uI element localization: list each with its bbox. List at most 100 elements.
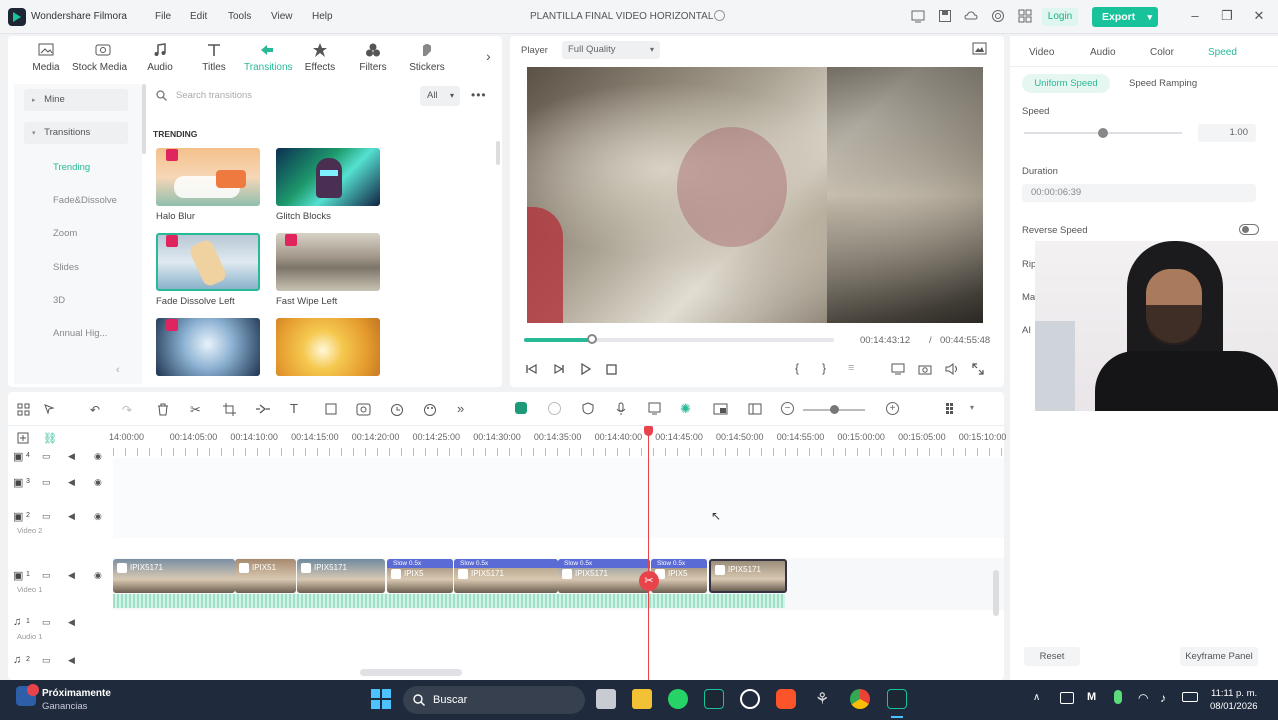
- zoom-in-icon[interactable]: +: [886, 402, 899, 415]
- timeline-v-scrollbar[interactable]: [993, 570, 999, 616]
- green-screen-icon[interactable]: [356, 403, 371, 416]
- crop-icon[interactable]: [223, 403, 236, 416]
- volume-icon[interactable]: ◀: [68, 655, 75, 666]
- sidebar-item-3d[interactable]: 3D: [53, 295, 65, 306]
- sidebar-scrollbar[interactable]: [142, 84, 146, 154]
- eye-icon[interactable]: ◉: [94, 511, 102, 522]
- tab-stock-media[interactable]: Stock Media: [72, 42, 127, 82]
- storyboard-icon[interactable]: [748, 403, 762, 415]
- tray-app-icon[interactable]: [1060, 692, 1074, 704]
- grid-icon[interactable]: [1018, 9, 1032, 23]
- voiceover-icon[interactable]: [648, 402, 661, 415]
- speed-icon[interactable]: [255, 403, 271, 416]
- duration-input[interactable]: 00:00:06:39: [1022, 184, 1256, 202]
- volume-icon[interactable]: ◀: [68, 570, 75, 581]
- display-icon[interactable]: [891, 363, 905, 375]
- timeline-clip[interactable]: Slow 0.5x IPIX5171: [558, 559, 650, 593]
- eye-icon[interactable]: ◉: [94, 570, 102, 581]
- text-tool-icon[interactable]: T: [290, 401, 298, 416]
- keyframe-panel-button[interactable]: Keyframe Panel: [1180, 647, 1258, 666]
- pip-icon[interactable]: [713, 403, 728, 415]
- eye-icon[interactable]: ◉: [94, 477, 102, 488]
- volume-icon[interactable]: ◀: [68, 451, 75, 462]
- tray-mic-icon[interactable]: [1114, 690, 1122, 704]
- folder-icon[interactable]: ▭: [42, 511, 51, 522]
- zoom-clip-icon[interactable]: [390, 403, 404, 417]
- wifi-icon[interactable]: ◠: [1138, 691, 1148, 705]
- zoom-slider-handle[interactable]: [830, 405, 839, 414]
- support-icon[interactable]: [991, 9, 1005, 23]
- split-scissor-icon[interactable]: ✂: [639, 571, 659, 591]
- playhead[interactable]: [648, 426, 649, 680]
- folder-icon[interactable]: ▭: [42, 451, 51, 462]
- obs-icon[interactable]: [740, 689, 760, 709]
- time-ruler[interactable]: 14:00:00 00:14:05:00 00:14:10:00 00:14:15:0…: [109, 428, 1006, 458]
- fullscreen-icon[interactable]: [972, 363, 984, 375]
- timeline-clip[interactable]: IPIX5171: [113, 559, 235, 593]
- undo-icon[interactable]: ↶: [90, 403, 100, 417]
- collapse-sidebar-icon[interactable]: ‹: [116, 364, 120, 376]
- marker-list-icon[interactable]: ≡: [848, 362, 854, 374]
- menu-view[interactable]: View: [271, 11, 293, 22]
- microphone-icon[interactable]: [616, 402, 626, 416]
- volume-icon[interactable]: ◀: [68, 477, 75, 488]
- sidebar-item-trending[interactable]: Trending: [53, 162, 90, 173]
- prop-tab-video[interactable]: Video: [1029, 47, 1054, 58]
- prop-tab-color[interactable]: Color: [1150, 47, 1174, 58]
- auto-ripple-icon[interactable]: [548, 402, 561, 415]
- uniform-speed-tab[interactable]: Uniform Speed: [1022, 74, 1110, 93]
- content-scrollbar[interactable]: [496, 141, 500, 165]
- prop-tab-audio[interactable]: Audio: [1090, 47, 1116, 58]
- snapshot-icon[interactable]: [972, 42, 987, 55]
- folder-icon[interactable]: ▭: [42, 617, 51, 628]
- search-transitions-input[interactable]: Search transitions: [148, 86, 428, 106]
- shield-icon[interactable]: [582, 402, 594, 415]
- chevron-down-icon[interactable]: ▾: [970, 403, 974, 412]
- sidebar-item-mine[interactable]: ▸ Mine: [24, 89, 128, 111]
- menu-tools[interactable]: Tools: [228, 11, 251, 22]
- sidebar-item-slides[interactable]: Slides: [53, 262, 79, 273]
- quality-select[interactable]: Full Quality ▾: [562, 41, 660, 59]
- camera-icon[interactable]: [918, 363, 932, 375]
- preview-frame[interactable]: [527, 67, 983, 323]
- login-button[interactable]: Login: [1042, 8, 1078, 26]
- redo-icon[interactable]: ↷: [122, 403, 132, 417]
- filter-select[interactable]: All ▾: [420, 86, 460, 106]
- add-track-icon[interactable]: [17, 432, 30, 445]
- tab-audio[interactable]: Audio: [137, 42, 183, 82]
- menu-edit[interactable]: Edit: [190, 11, 207, 22]
- snap-icon[interactable]: ✺: [680, 401, 691, 417]
- timeline-clip[interactable]: IPIX5171: [709, 559, 787, 593]
- render-icon[interactable]: [515, 402, 527, 414]
- export-button[interactable]: Export ▾: [1092, 7, 1158, 27]
- taskbar-search[interactable]: Buscar: [403, 686, 585, 714]
- layout-icon[interactable]: [17, 403, 30, 416]
- speed-value-input[interactable]: 1.00: [1198, 124, 1256, 142]
- tab-media[interactable]: Media: [23, 42, 69, 82]
- monitor-icon[interactable]: [911, 9, 925, 23]
- timeline-h-scrollbar[interactable]: [360, 669, 462, 676]
- transition-thumb-4[interactable]: [276, 318, 380, 376]
- clock-time[interactable]: 11:11 p. m.: [1211, 688, 1257, 699]
- widget-title[interactable]: Próximamente: [42, 688, 111, 699]
- brave-icon[interactable]: [776, 689, 796, 709]
- speed-slider-handle[interactable]: [1098, 128, 1108, 138]
- battery-icon[interactable]: [1182, 692, 1198, 702]
- select-tool-icon[interactable]: [43, 403, 56, 416]
- link-icon[interactable]: ⛓: [43, 432, 57, 445]
- tray-chevron-icon[interactable]: ∧: [1033, 692, 1040, 703]
- step-back-icon[interactable]: [552, 363, 564, 375]
- tab-stickers[interactable]: Stickers: [404, 42, 450, 82]
- chrome-icon[interactable]: [850, 689, 870, 709]
- reset-button[interactable]: Reset: [1024, 647, 1080, 666]
- transition-thumb-glitch-blocks[interactable]: [276, 148, 380, 206]
- folder-icon[interactable]: ▭: [42, 655, 51, 666]
- sidebar-item-fade-dissolve[interactable]: Fade&Dissolve: [53, 195, 117, 206]
- tab-titles[interactable]: Titles: [191, 42, 237, 82]
- playhead-handle[interactable]: [644, 426, 653, 436]
- prop-tab-speed[interactable]: Speed: [1208, 47, 1237, 58]
- folder-icon[interactable]: ▭: [42, 477, 51, 488]
- sidebar-item-annual[interactable]: Annual Hig...: [53, 328, 107, 339]
- filmora-active-icon[interactable]: [887, 689, 907, 709]
- grid-view-icon[interactable]: [945, 402, 958, 415]
